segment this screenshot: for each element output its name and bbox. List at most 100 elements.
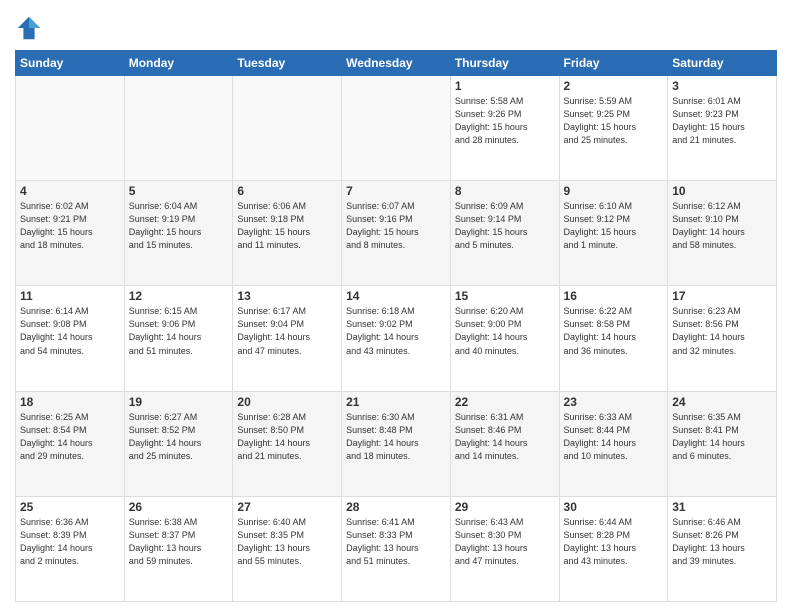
- day-info: Sunrise: 6:27 AM Sunset: 8:52 PM Dayligh…: [129, 411, 229, 463]
- calendar-cell: 16 Sunrise: 6:22 AM Sunset: 8:58 PM Dayli…: [559, 286, 668, 391]
- calendar-week-row: 4 Sunrise: 6:02 AM Sunset: 9:21 PM Daylig…: [16, 181, 777, 286]
- day-number: 11: [20, 289, 120, 303]
- calendar-cell: 10 Sunrise: 6:12 AM Sunset: 9:10 PM Dayli…: [668, 181, 777, 286]
- day-number: 26: [129, 500, 229, 514]
- weekday-header: Tuesday: [233, 51, 342, 76]
- day-number: 22: [455, 395, 555, 409]
- day-number: 1: [455, 79, 555, 93]
- day-info: Sunrise: 6:35 AM Sunset: 8:41 PM Dayligh…: [672, 411, 772, 463]
- day-info: Sunrise: 6:25 AM Sunset: 8:54 PM Dayligh…: [20, 411, 120, 463]
- day-number: 9: [564, 184, 664, 198]
- day-info: Sunrise: 6:18 AM Sunset: 9:02 PM Dayligh…: [346, 305, 446, 357]
- day-info: Sunrise: 6:43 AM Sunset: 8:30 PM Dayligh…: [455, 516, 555, 568]
- calendar-cell: 5Sunrise: 6:04 AM Sunset: 9:19 PM Daylig…: [124, 181, 233, 286]
- day-number: 23: [564, 395, 664, 409]
- day-number: 13: [237, 289, 337, 303]
- day-info: Sunrise: 6:38 AM Sunset: 8:37 PM Dayligh…: [129, 516, 229, 568]
- weekday-header: Sunday: [16, 51, 125, 76]
- day-number: 25: [20, 500, 120, 514]
- calendar-cell: 23 Sunrise: 6:33 AM Sunset: 8:44 PM Dayli…: [559, 391, 668, 496]
- header: [15, 10, 777, 42]
- calendar-cell: [124, 76, 233, 181]
- day-number: 21: [346, 395, 446, 409]
- calendar-week-row: 25 Sunrise: 6:36 AM Sunset: 8:39 PM Dayli…: [16, 496, 777, 601]
- calendar-table: SundayMondayTuesdayWednesdayThursdayFrid…: [15, 50, 777, 602]
- day-info: Sunrise: 6:06 AM Sunset: 9:18 PM Dayligh…: [237, 200, 337, 252]
- calendar-cell: 3 Sunrise: 6:01 AM Sunset: 9:23 PM Daylig…: [668, 76, 777, 181]
- calendar-cell: 18 Sunrise: 6:25 AM Sunset: 8:54 PM Dayli…: [16, 391, 125, 496]
- weekday-header: Friday: [559, 51, 668, 76]
- day-info: Sunrise: 6:20 AM Sunset: 9:00 PM Dayligh…: [455, 305, 555, 357]
- day-info: Sunrise: 6:22 AM Sunset: 8:58 PM Dayligh…: [564, 305, 664, 357]
- day-info: Sunrise: 6:10 AM Sunset: 9:12 PM Dayligh…: [564, 200, 664, 252]
- day-number: 6: [237, 184, 337, 198]
- calendar-cell: [233, 76, 342, 181]
- day-number: 28: [346, 500, 446, 514]
- day-number: 20: [237, 395, 337, 409]
- day-number: 4: [20, 184, 120, 198]
- header-row: SundayMondayTuesdayWednesdayThursdayFrid…: [16, 51, 777, 76]
- calendar-week-row: 1 Sunrise: 5:58 AM Sunset: 9:26 PM Daylig…: [16, 76, 777, 181]
- calendar-cell: 25 Sunrise: 6:36 AM Sunset: 8:39 PM Dayli…: [16, 496, 125, 601]
- logo-icon: [15, 14, 43, 42]
- calendar-cell: 13Sunrise: 6:17 AM Sunset: 9:04 PM Dayli…: [233, 286, 342, 391]
- day-info: Sunrise: 6:36 AM Sunset: 8:39 PM Dayligh…: [20, 516, 120, 568]
- calendar-cell: 17Sunrise: 6:23 AM Sunset: 8:56 PM Dayli…: [668, 286, 777, 391]
- day-number: 18: [20, 395, 120, 409]
- day-number: 16: [564, 289, 664, 303]
- day-number: 8: [455, 184, 555, 198]
- calendar-cell: 8 Sunrise: 6:09 AM Sunset: 9:14 PM Daylig…: [450, 181, 559, 286]
- calendar-cell: 14 Sunrise: 6:18 AM Sunset: 9:02 PM Dayli…: [342, 286, 451, 391]
- calendar-cell: 30Sunrise: 6:44 AM Sunset: 8:28 PM Dayli…: [559, 496, 668, 601]
- day-number: 3: [672, 79, 772, 93]
- calendar-cell: 26 Sunrise: 6:38 AM Sunset: 8:37 PM Dayli…: [124, 496, 233, 601]
- day-info: Sunrise: 6:30 AM Sunset: 8:48 PM Dayligh…: [346, 411, 446, 463]
- calendar-cell: 24 Sunrise: 6:35 AM Sunset: 8:41 PM Dayli…: [668, 391, 777, 496]
- day-info: Sunrise: 5:59 AM Sunset: 9:25 PM Dayligh…: [564, 95, 664, 147]
- calendar-body: 1 Sunrise: 5:58 AM Sunset: 9:26 PM Daylig…: [16, 76, 777, 602]
- calendar-cell: 20 Sunrise: 6:28 AM Sunset: 8:50 PM Dayli…: [233, 391, 342, 496]
- day-number: 7: [346, 184, 446, 198]
- day-number: 15: [455, 289, 555, 303]
- calendar-cell: 15 Sunrise: 6:20 AM Sunset: 9:00 PM Dayli…: [450, 286, 559, 391]
- day-number: 10: [672, 184, 772, 198]
- day-info: Sunrise: 6:46 AM Sunset: 8:26 PM Dayligh…: [672, 516, 772, 568]
- calendar-cell: 9 Sunrise: 6:10 AM Sunset: 9:12 PM Daylig…: [559, 181, 668, 286]
- day-info: Sunrise: 6:14 AM Sunset: 9:08 PM Dayligh…: [20, 305, 120, 357]
- calendar-cell: 22Sunrise: 6:31 AM Sunset: 8:46 PM Dayli…: [450, 391, 559, 496]
- calendar-cell: 28 Sunrise: 6:41 AM Sunset: 8:33 PM Dayli…: [342, 496, 451, 601]
- day-number: 2: [564, 79, 664, 93]
- day-info: Sunrise: 6:07 AM Sunset: 9:16 PM Dayligh…: [346, 200, 446, 252]
- day-info: Sunrise: 6:12 AM Sunset: 9:10 PM Dayligh…: [672, 200, 772, 252]
- calendar-cell: 31Sunrise: 6:46 AM Sunset: 8:26 PM Dayli…: [668, 496, 777, 601]
- day-info: Sunrise: 6:28 AM Sunset: 8:50 PM Dayligh…: [237, 411, 337, 463]
- day-info: Sunrise: 5:58 AM Sunset: 9:26 PM Dayligh…: [455, 95, 555, 147]
- calendar-cell: 27Sunrise: 6:40 AM Sunset: 8:35 PM Dayli…: [233, 496, 342, 601]
- weekday-header: Thursday: [450, 51, 559, 76]
- calendar-cell: 2 Sunrise: 5:59 AM Sunset: 9:25 PM Daylig…: [559, 76, 668, 181]
- day-info: Sunrise: 6:02 AM Sunset: 9:21 PM Dayligh…: [20, 200, 120, 252]
- day-info: Sunrise: 6:09 AM Sunset: 9:14 PM Dayligh…: [455, 200, 555, 252]
- day-info: Sunrise: 6:44 AM Sunset: 8:28 PM Dayligh…: [564, 516, 664, 568]
- day-number: 29: [455, 500, 555, 514]
- day-number: 17: [672, 289, 772, 303]
- day-number: 14: [346, 289, 446, 303]
- calendar-cell: 6 Sunrise: 6:06 AM Sunset: 9:18 PM Daylig…: [233, 181, 342, 286]
- day-number: 24: [672, 395, 772, 409]
- calendar-cell: 7 Sunrise: 6:07 AM Sunset: 9:16 PM Daylig…: [342, 181, 451, 286]
- calendar-cell: 4 Sunrise: 6:02 AM Sunset: 9:21 PM Daylig…: [16, 181, 125, 286]
- day-info: Sunrise: 6:40 AM Sunset: 8:35 PM Dayligh…: [237, 516, 337, 568]
- day-info: Sunrise: 6:15 AM Sunset: 9:06 PM Dayligh…: [129, 305, 229, 357]
- day-info: Sunrise: 6:01 AM Sunset: 9:23 PM Dayligh…: [672, 95, 772, 147]
- day-info: Sunrise: 6:33 AM Sunset: 8:44 PM Dayligh…: [564, 411, 664, 463]
- calendar-week-row: 11 Sunrise: 6:14 AM Sunset: 9:08 PM Dayli…: [16, 286, 777, 391]
- day-number: 19: [129, 395, 229, 409]
- logo: [15, 14, 45, 42]
- calendar-week-row: 18 Sunrise: 6:25 AM Sunset: 8:54 PM Dayli…: [16, 391, 777, 496]
- calendar-cell: [16, 76, 125, 181]
- calendar-cell: 29 Sunrise: 6:43 AM Sunset: 8:30 PM Dayli…: [450, 496, 559, 601]
- calendar-cell: 19 Sunrise: 6:27 AM Sunset: 8:52 PM Dayli…: [124, 391, 233, 496]
- calendar-cell: 1 Sunrise: 5:58 AM Sunset: 9:26 PM Daylig…: [450, 76, 559, 181]
- weekday-header: Wednesday: [342, 51, 451, 76]
- day-info: Sunrise: 6:41 AM Sunset: 8:33 PM Dayligh…: [346, 516, 446, 568]
